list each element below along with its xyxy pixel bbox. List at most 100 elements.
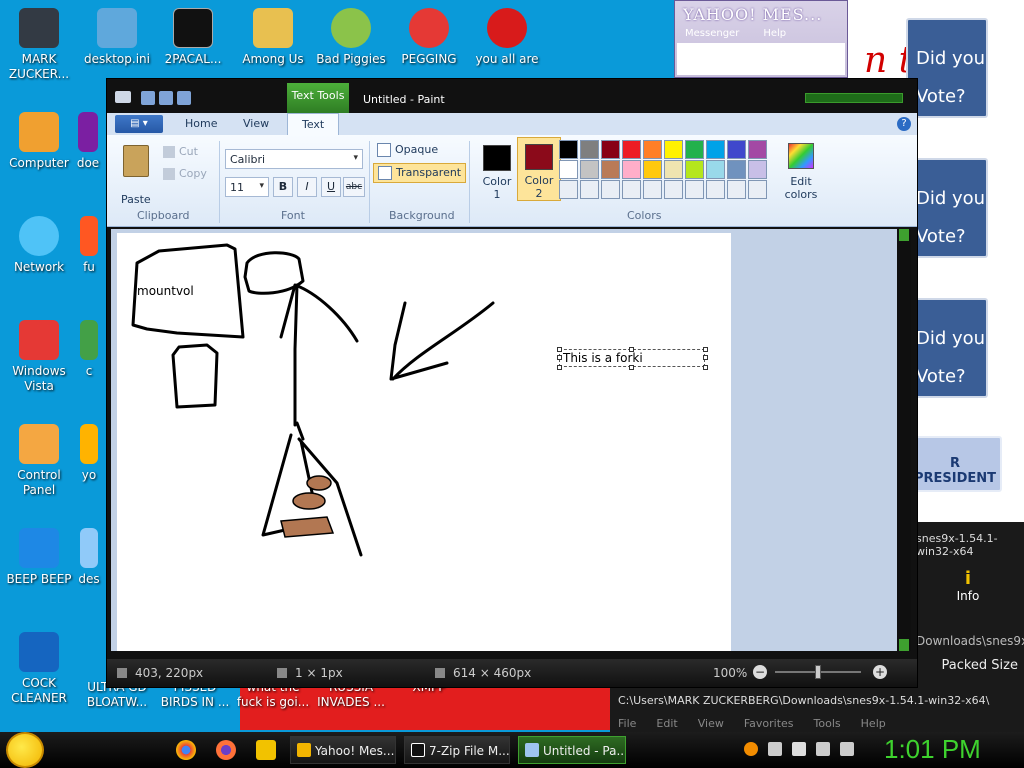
vote-ad-card[interactable]: Did you Vote? bbox=[906, 158, 988, 258]
paste-button[interactable]: Paste bbox=[121, 193, 151, 206]
resize-handle[interactable] bbox=[629, 347, 634, 352]
palette-swatch[interactable] bbox=[580, 160, 599, 179]
scroll-up-button[interactable] bbox=[899, 229, 909, 241]
vote-ad-card[interactable]: Did you Vote? bbox=[906, 18, 988, 118]
desktop-icon-beep-beep[interactable]: BEEP BEEP bbox=[0, 528, 78, 587]
volume-icon[interactable] bbox=[840, 742, 854, 756]
desktop-icon-cock-cleaner[interactable]: COCK CLEANER bbox=[0, 632, 78, 706]
desktop-icon-mark-zuckerberg[interactable]: MARK ZUCKER... bbox=[0, 8, 78, 82]
resize-handle[interactable] bbox=[629, 365, 634, 370]
desktop-icon-partial-yo[interactable]: yo bbox=[72, 424, 106, 483]
7zip-menu-favorites[interactable]: Favorites bbox=[744, 717, 794, 730]
palette-swatch[interactable] bbox=[664, 140, 683, 159]
strikethrough-button[interactable]: abc bbox=[343, 177, 365, 197]
help-icon[interactable]: ? bbox=[897, 117, 911, 131]
font-size-select[interactable]: 11 bbox=[225, 177, 269, 197]
desktop-icon-partial-doe[interactable]: doe bbox=[70, 112, 106, 171]
chrome-icon[interactable] bbox=[176, 740, 196, 760]
7zip-info-button[interactable]: i Info bbox=[912, 562, 1024, 632]
zoom-in-button[interactable]: + bbox=[873, 665, 887, 679]
palette-swatch[interactable] bbox=[580, 140, 599, 159]
palette-swatch[interactable] bbox=[643, 180, 662, 199]
action-center-icon[interactable] bbox=[792, 742, 806, 756]
palette-swatch[interactable] bbox=[580, 180, 599, 199]
palette-swatch[interactable] bbox=[685, 160, 704, 179]
color-2-button[interactable]: Color 2 bbox=[517, 137, 561, 201]
desktop-icon-computer[interactable]: Computer bbox=[0, 112, 78, 171]
desktop-icon-partial-fu[interactable]: fu bbox=[72, 216, 106, 275]
palette-swatch[interactable] bbox=[622, 160, 641, 179]
color-1-button[interactable]: Color 1 bbox=[475, 139, 519, 201]
7zip-menu-tools[interactable]: Tools bbox=[814, 717, 841, 730]
yahoo-messenger-window[interactable]: YAHOO! MES... Messenger Help bbox=[674, 0, 848, 78]
search-icon[interactable] bbox=[744, 742, 758, 756]
tab-home[interactable]: Home bbox=[185, 117, 217, 130]
yahoo-menu-help[interactable]: Help bbox=[763, 28, 786, 39]
drawing-canvas[interactable]: mountvol This is a forki bbox=[117, 233, 731, 651]
canvas-workspace[interactable]: mountvol This is a forki bbox=[111, 229, 905, 651]
transparent-option[interactable]: Transparent bbox=[373, 163, 467, 183]
taskbar-button-paint[interactable]: Untitled - Pa... bbox=[518, 736, 626, 764]
vote-ad-card[interactable]: Did you Vote? bbox=[906, 298, 988, 398]
desktop-icon-desktop-ini[interactable]: desktop.ini bbox=[78, 8, 156, 67]
palette-swatch[interactable] bbox=[685, 180, 704, 199]
messenger-status-icon[interactable] bbox=[768, 742, 782, 756]
paint-menu-button[interactable]: ▤ ▾ bbox=[115, 115, 163, 133]
font-family-select[interactable]: Calibri bbox=[225, 149, 363, 169]
palette-swatch[interactable] bbox=[727, 160, 746, 179]
resize-handle[interactable] bbox=[703, 347, 708, 352]
taskbar-button-yahoo[interactable]: Yahoo! Mes... bbox=[290, 736, 396, 764]
copy-button[interactable]: Copy bbox=[163, 167, 207, 180]
zoom-out-button[interactable]: − bbox=[753, 665, 767, 679]
palette-swatch[interactable] bbox=[559, 140, 578, 159]
palette-swatch[interactable] bbox=[622, 140, 641, 159]
italic-button[interactable]: I bbox=[297, 177, 317, 197]
tab-view[interactable]: View bbox=[243, 117, 269, 130]
desktop-icon-windows-vista[interactable]: Windows Vista bbox=[0, 320, 78, 394]
president-ad[interactable]: R PRESIDENT bbox=[908, 436, 1002, 492]
palette-swatch[interactable] bbox=[664, 160, 683, 179]
palette-swatch[interactable] bbox=[706, 140, 725, 159]
palette-swatch[interactable] bbox=[622, 180, 641, 199]
undo-icon[interactable] bbox=[159, 91, 173, 105]
paint-window[interactable]: Text Tools Untitled - Paint ▤ ▾ Home Vie… bbox=[106, 78, 918, 688]
tab-text[interactable]: Text bbox=[287, 113, 340, 135]
desktop-icon-2pacal[interactable]: 2PACAL... bbox=[154, 8, 232, 67]
resize-handle[interactable] bbox=[703, 365, 708, 370]
clock[interactable]: 1:01 PM bbox=[884, 734, 981, 765]
zoom-slider-thumb[interactable] bbox=[815, 665, 821, 679]
desktop-icon-bad-piggies[interactable]: Bad Piggies bbox=[312, 8, 390, 67]
redo-icon[interactable] bbox=[177, 91, 191, 105]
firefox-icon[interactable] bbox=[216, 740, 236, 760]
palette-swatch[interactable] bbox=[601, 180, 620, 199]
bold-button[interactable]: B bbox=[273, 177, 293, 197]
palette-swatch[interactable] bbox=[559, 160, 578, 179]
scroll-down-button[interactable] bbox=[899, 639, 909, 651]
palette-swatch[interactable] bbox=[559, 180, 578, 199]
start-button[interactable] bbox=[6, 732, 44, 768]
edit-colors-button[interactable]: Edit colors bbox=[781, 143, 821, 201]
desktop-icon-control-panel[interactable]: Control Panel bbox=[0, 424, 78, 498]
vertical-scrollbar[interactable] bbox=[897, 229, 911, 651]
resize-handle[interactable] bbox=[557, 365, 562, 370]
palette-swatch[interactable] bbox=[643, 160, 662, 179]
yahoo-menu-messenger[interactable]: Messenger bbox=[685, 28, 739, 39]
paste-icon[interactable] bbox=[123, 145, 149, 177]
7zip-menu-help[interactable]: Help bbox=[861, 717, 886, 730]
window-controls[interactable] bbox=[805, 93, 903, 103]
save-icon[interactable] bbox=[141, 91, 155, 105]
opaque-option[interactable]: Opaque bbox=[373, 141, 442, 159]
underline-button[interactable]: U bbox=[321, 177, 341, 197]
palette-swatch[interactable] bbox=[748, 140, 767, 159]
desktop-icon-dev-cpp[interactable]: you all are bbox=[468, 8, 546, 67]
7zip-menu-edit[interactable]: Edit bbox=[656, 717, 677, 730]
palette-swatch[interactable] bbox=[685, 140, 704, 159]
explorer-icon[interactable] bbox=[256, 740, 276, 760]
desktop-icon-partial-c[interactable]: c bbox=[72, 320, 106, 379]
palette-swatch[interactable] bbox=[706, 160, 725, 179]
palette-swatch[interactable] bbox=[601, 160, 620, 179]
7zip-menu-file[interactable]: File bbox=[618, 717, 636, 730]
palette-swatch[interactable] bbox=[748, 160, 767, 179]
palette-swatch[interactable] bbox=[727, 180, 746, 199]
7zip-menu-view[interactable]: View bbox=[698, 717, 724, 730]
